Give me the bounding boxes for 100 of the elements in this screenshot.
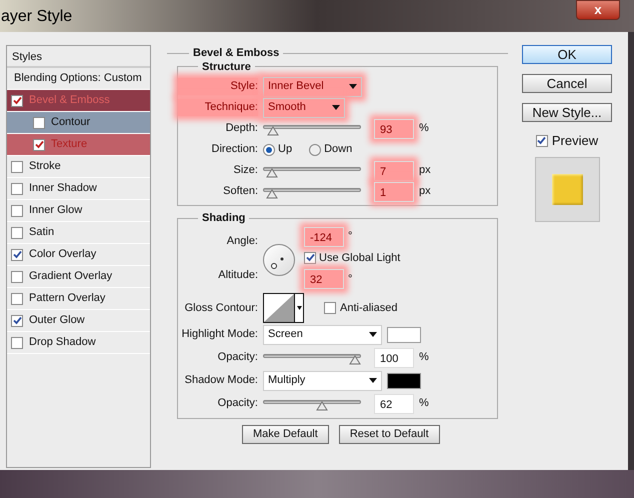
field-label: Style: (178, 78, 258, 95)
dialog-button[interactable]: New Style... (522, 103, 612, 122)
field-label: Highlight Mode: (180, 327, 258, 342)
dropdown[interactable]: Multiply (263, 370, 382, 390)
checkbox-label: Preview (552, 132, 598, 150)
preview-swatch (552, 174, 582, 204)
dropdown-caret-icon (296, 306, 302, 310)
field-label: Angle: (226, 234, 258, 248)
slider-thumb[interactable] (349, 354, 361, 364)
panel-header: Styles (7, 46, 150, 68)
field-label: Altitude: (217, 268, 258, 282)
color-swatch[interactable] (387, 372, 421, 388)
radio-button[interactable] (263, 144, 275, 156)
dropdown-caret-icon (332, 105, 340, 110)
style-list-item[interactable]: Contour (7, 112, 150, 134)
item-label: Contour (51, 115, 90, 130)
dialog-button[interactable]: Cancel (522, 74, 612, 93)
item-label: Outer Glow (29, 313, 85, 328)
dialog-button[interactable]: OK (522, 45, 612, 64)
item-label: Color Overlay (29, 247, 96, 262)
checkbox-checked[interactable] (536, 134, 548, 147)
checkbox-checked[interactable] (11, 314, 23, 326)
style-list-item[interactable]: Color Overlay (7, 244, 150, 266)
value-field[interactable]: 1 (374, 182, 414, 202)
item-label: Blending Options: Custom (14, 71, 142, 86)
item-label: Drop Shadow (29, 335, 96, 350)
style-list-item[interactable]: Pattern Overlay (7, 288, 150, 310)
slider-thumb[interactable] (266, 188, 278, 198)
unit-label: % (419, 121, 429, 136)
dialog-button[interactable]: Make Default (242, 425, 329, 444)
close-button[interactable]: x (576, 0, 620, 20)
dropdown-caret-icon (369, 332, 377, 337)
style-list-item[interactable]: Inner Shadow (7, 178, 150, 200)
item-label: Pattern Overlay (29, 291, 106, 306)
unit-label: % (419, 396, 429, 412)
item-label: Satin (29, 225, 54, 240)
item-label: Bevel & Emboss (29, 93, 110, 108)
unit-label: px (419, 184, 431, 200)
field-label: Shadow Mode: (184, 373, 258, 388)
item-label: Stroke (29, 159, 61, 174)
contour-picker[interactable] (263, 293, 304, 323)
checkbox[interactable] (11, 204, 23, 216)
section-title: Structure (201, 60, 252, 74)
checkbox-label: Use Global Light (319, 250, 400, 266)
checkbox-checked[interactable] (11, 248, 23, 260)
field-label: Technique: (178, 99, 258, 116)
field-label: Soften: (222, 184, 258, 200)
radio-option[interactable]: Up (263, 141, 292, 158)
slider-thumb[interactable] (267, 126, 280, 136)
style-list-item[interactable]: Outer Glow (7, 310, 150, 332)
radio-button[interactable] (309, 144, 322, 156)
checkbox-checked[interactable] (11, 94, 23, 106)
unit-label: ° (348, 272, 352, 287)
dial-marker-icon (271, 256, 285, 269)
angle-dial[interactable] (263, 244, 295, 276)
field-label: Direction: (210, 142, 258, 158)
dropdown[interactable]: Smooth (263, 98, 345, 118)
slider-thumb[interactable] (316, 400, 328, 410)
dropdown[interactable]: Inner Bevel (263, 76, 362, 96)
value-field[interactable]: 62 (374, 394, 414, 414)
field-label: Opacity: (216, 350, 258, 366)
style-list-item[interactable]: Drop Shadow (7, 332, 150, 354)
radio-option[interactable]: Down (309, 141, 352, 158)
checkbox-checked[interactable] (33, 138, 45, 150)
checkbox[interactable] (33, 116, 45, 128)
checkbox[interactable] (11, 336, 23, 348)
dropdown-caret-icon (349, 84, 357, 89)
dropdown[interactable]: Screen (263, 324, 382, 344)
item-label: Texture (51, 137, 88, 152)
checkbox[interactable] (11, 160, 23, 172)
item-label: Inner Glow (29, 203, 82, 218)
dialog-button[interactable]: Reset to Default (338, 425, 440, 444)
field-label: Opacity: (216, 396, 258, 412)
item-label: Inner Shadow (29, 181, 97, 196)
value-field[interactable]: 93 (374, 118, 414, 138)
checkbox-label: Anti-aliased (340, 300, 398, 316)
item-label: Gradient Overlay (29, 269, 112, 284)
value-field[interactable]: -124 (304, 226, 344, 246)
style-list-item[interactable]: Stroke (7, 156, 150, 178)
section-title: Shading (201, 211, 246, 226)
checkbox-checked[interactable] (304, 252, 316, 264)
checkbox[interactable] (11, 270, 23, 282)
value-field[interactable]: 100 (374, 348, 414, 368)
checkbox[interactable] (11, 226, 23, 238)
value-field[interactable]: 32 (304, 269, 344, 289)
checkbox[interactable] (11, 182, 23, 194)
unit-label: ° (348, 229, 352, 244)
style-list-item[interactable]: Inner Glow (7, 200, 150, 222)
value-field[interactable]: 7 (374, 160, 414, 180)
checkbox[interactable] (324, 302, 336, 314)
unit-label: % (419, 350, 429, 366)
checkbox[interactable] (11, 292, 23, 304)
unit-label: px (419, 163, 431, 178)
dropdown-caret-icon (369, 378, 377, 383)
window-title: ayer Style (1, 7, 72, 27)
field-label: Gloss Contour: (184, 300, 258, 316)
slider-thumb[interactable] (266, 168, 278, 178)
style-list-item[interactable]: Gradient Overlay (7, 266, 150, 288)
style-list-item[interactable]: Satin (7, 222, 150, 244)
color-swatch[interactable] (387, 326, 421, 342)
